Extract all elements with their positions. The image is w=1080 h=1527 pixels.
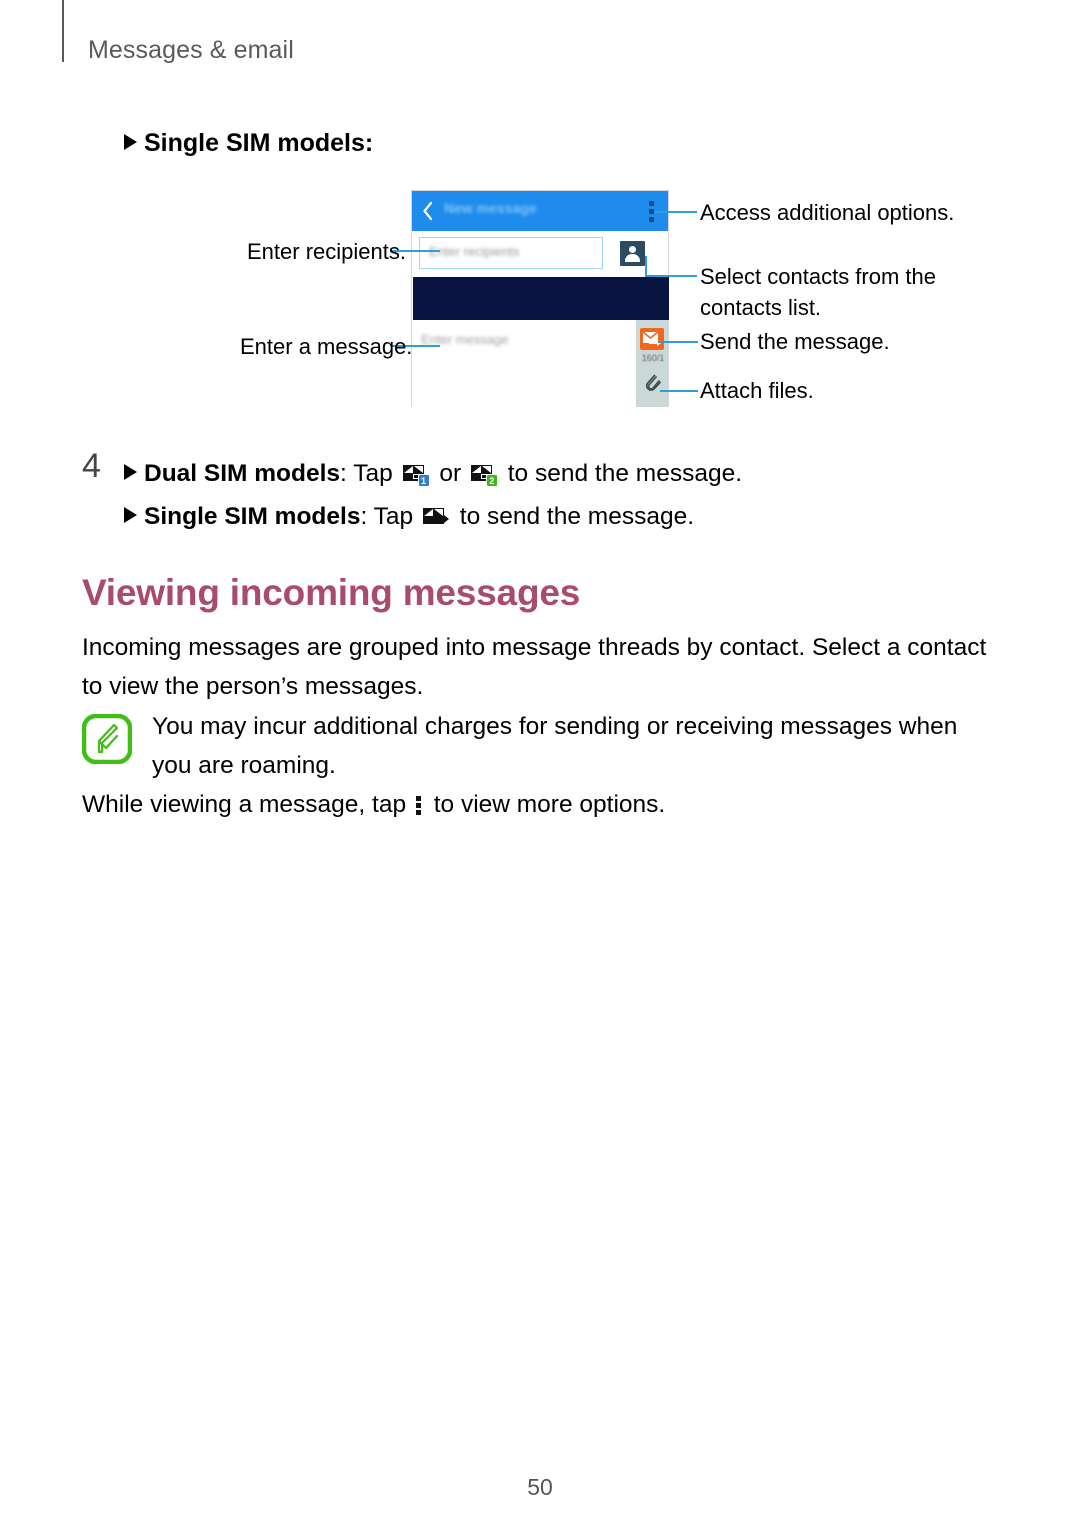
overflow-menu-icon [415,795,422,815]
mock-appbar: New message [412,191,668,231]
step4-dual-sim-line: Dual SIM models: Tap 1 or 2 to send the … [124,455,742,493]
tail-paragraph: While viewing a message, tap to view mor… [82,785,987,824]
bullet-triangle-icon [124,134,137,150]
callout-enter-recipients: Enter recipients. [247,236,406,267]
send-message-icon[interactable] [640,328,664,350]
step4-dual-label: Dual SIM models [144,460,341,487]
sim-badge-1: 1 [417,474,430,487]
step4-dual-pre: : Tap [340,460,400,487]
callout-send-message: Send the message. [700,326,890,357]
intro-paragraph: Incoming messages are grouped into messa… [82,634,987,700]
step4-dual-mid: or [432,460,468,487]
callout-access-options: Access additional options. [700,197,954,228]
phone-screenshot-mockup: New message Enter recipients Enter messa… [411,190,669,407]
send-sim1-icon: 1 [402,465,430,487]
callout-select-contacts-line2: contacts list. [700,295,822,320]
mock-compose-rail: 160/1 [636,320,668,407]
send-message-inline-icon [422,508,449,528]
mock-recipient-input[interactable]: Enter recipients [419,237,603,269]
send-sim2-icon: 2 [470,465,498,487]
mock-conversation-area [413,277,669,320]
callout-enter-recipients-label: Enter recipients. [247,239,406,264]
mock-recipient-row: Enter recipients [412,231,668,275]
callout-access-options-label: Access additional options. [700,200,955,225]
sim-badge-2: 2 [485,474,498,487]
leader-select-contacts-vertical [645,256,647,277]
mock-message-compose-area: Enter message 160/1 [412,320,668,407]
step4-single-label: Single SIM models [144,503,361,530]
mock-recipient-placeholder: Enter recipients [429,244,520,259]
subhead-single-sim-models: Single SIM models: [124,124,373,162]
callout-attach-files: Attach files. [700,375,814,406]
section-heading: Viewing incoming messages [82,572,581,613]
step-number-4: 4 [82,447,101,485]
step4-single-pre: : Tap [360,503,420,530]
samsung-note-icon [82,714,132,764]
overflow-menu-icon[interactable] [649,201,654,222]
note-text: You may incur additional charges for sen… [152,713,958,779]
step4-dual-post: to send the message. [500,460,743,487]
page-number: 50 [527,1474,553,1500]
callout-select-contacts-line1: Select contacts from the [700,264,936,289]
step4-single-post: to send the message. [452,503,695,530]
bullet-triangle-icon [124,464,137,480]
callout-send-message-label: Send the message. [700,329,890,354]
callout-attach-files-label: Attach files. [700,378,814,403]
paperclip-icon[interactable] [643,372,661,392]
leader-access-options [655,211,697,213]
bullet-triangle-icon [124,507,137,523]
leader-attach-files [660,390,698,392]
chapter-title: Messages & email [88,36,294,64]
mock-appbar-title: New message [444,200,537,216]
tail-post: to view more options. [426,791,666,818]
callout-select-contacts: Select contacts from the contacts list. [700,261,960,323]
contacts-person-icon[interactable] [620,241,645,266]
chevron-left-icon[interactable] [422,201,434,221]
person-head-shape [629,246,636,253]
callout-enter-message: Enter a message. [240,331,412,362]
subhead-label: Single SIM models: [144,129,374,157]
leader-send-message [658,341,698,343]
step4-single-sim-line: Single SIM models: Tap to send the messa… [124,498,694,536]
callout-enter-message-label: Enter a message. [240,334,413,359]
leader-select-contacts [645,275,697,277]
person-body-shape [625,254,640,262]
header-rule [62,0,64,62]
mock-character-counter: 160/1 [641,353,665,363]
tail-pre: While viewing a message, tap [82,791,413,818]
